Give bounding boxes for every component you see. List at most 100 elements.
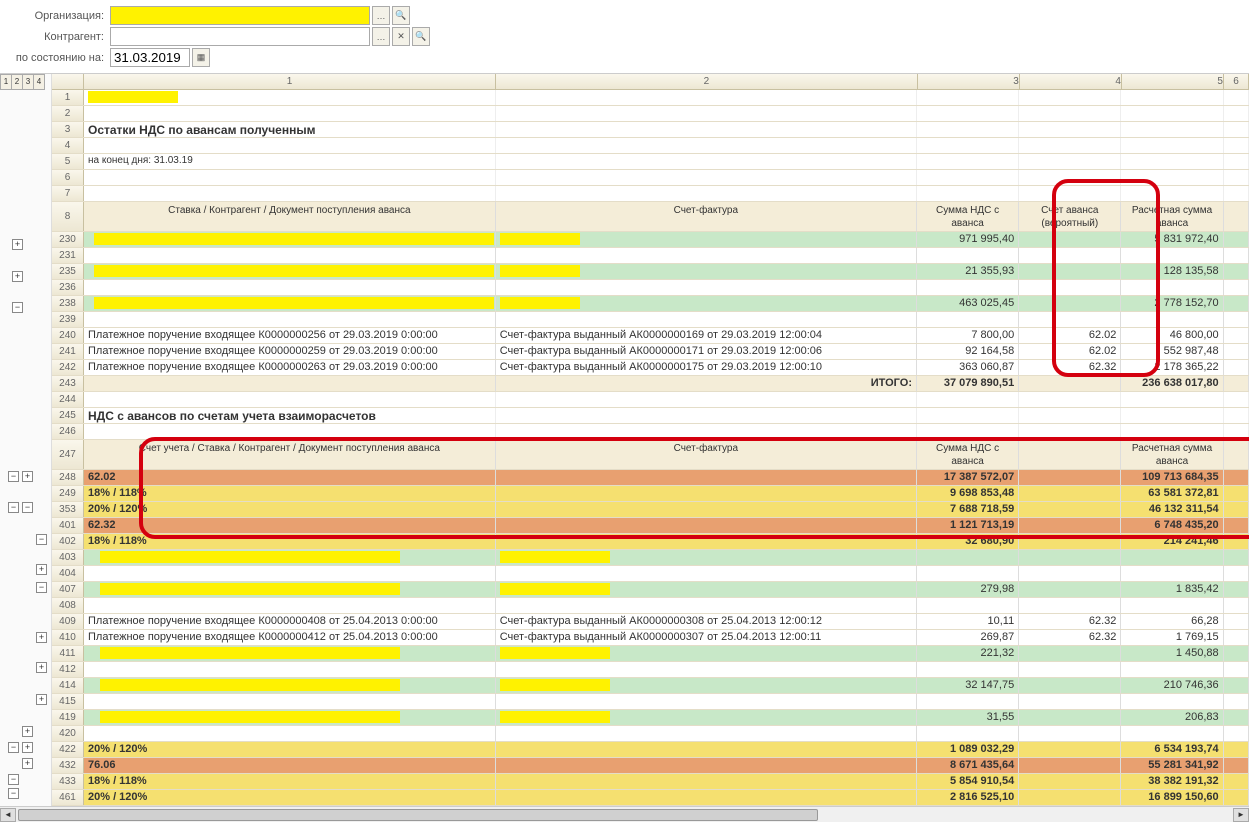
cell[interactable]: 552 987,48	[1121, 344, 1223, 359]
cell[interactable]	[1019, 424, 1121, 439]
cell[interactable]	[84, 232, 496, 247]
table-row[interactable]: 415	[52, 694, 1249, 710]
cell[interactable]: Счет аванса (вероятный)	[1019, 202, 1121, 231]
cell[interactable]: 55 281 341,92	[1121, 758, 1223, 773]
cell[interactable]	[1019, 122, 1121, 137]
collapse-icon[interactable]: −	[8, 742, 19, 753]
cell[interactable]	[496, 582, 917, 597]
cell[interactable]: 62.32	[1019, 630, 1121, 645]
cell[interactable]: 5 831 972,40	[1121, 232, 1223, 247]
org-input[interactable]	[110, 6, 370, 25]
row-number[interactable]: 407	[52, 582, 84, 597]
cell[interactable]	[1224, 582, 1249, 597]
cell[interactable]	[496, 408, 917, 423]
cell[interactable]: 2 778 152,70	[1121, 296, 1223, 311]
cell[interactable]	[1121, 550, 1223, 565]
cell[interactable]: 128 135,58	[1121, 264, 1223, 279]
cell[interactable]: 62.32	[1019, 360, 1121, 375]
cell[interactable]	[496, 774, 917, 789]
row-number[interactable]: 1	[52, 90, 84, 105]
cell[interactable]	[1019, 742, 1121, 757]
cell[interactable]	[917, 662, 1019, 677]
cell[interactable]	[1224, 232, 1249, 247]
cell[interactable]	[1019, 154, 1121, 169]
cell[interactable]	[1121, 694, 1223, 709]
cell[interactable]	[1224, 726, 1249, 741]
cell[interactable]	[496, 470, 917, 485]
cell[interactable]: 279,98	[917, 582, 1019, 597]
expand-icon[interactable]: +	[36, 632, 47, 643]
cell[interactable]	[1019, 106, 1121, 121]
cell[interactable]	[496, 264, 917, 279]
cell[interactable]	[496, 138, 917, 153]
row-number[interactable]: 4	[52, 138, 84, 153]
cell[interactable]	[1019, 534, 1121, 549]
cell[interactable]: Платежное поручение входящее К0000000263…	[84, 360, 496, 375]
expand-icon[interactable]: +	[36, 662, 47, 673]
table-row[interactable]: 244	[52, 392, 1249, 408]
cell[interactable]	[1019, 502, 1121, 517]
cell[interactable]	[84, 646, 496, 661]
cell[interactable]	[84, 424, 496, 439]
cell[interactable]	[1224, 154, 1249, 169]
table-row[interactable]: 40162.321 121 713,196 748 435,20	[52, 518, 1249, 534]
table-row[interactable]: 410Платежное поручение входящее К0000000…	[52, 630, 1249, 646]
cell[interactable]	[917, 566, 1019, 581]
cell[interactable]: 62.32	[1019, 614, 1121, 629]
row-number[interactable]: 403	[52, 550, 84, 565]
cell[interactable]	[1121, 248, 1223, 263]
collapse-icon[interactable]: −	[36, 534, 47, 545]
cell[interactable]	[496, 598, 917, 613]
cell[interactable]	[1019, 280, 1121, 295]
table-row[interactable]: 24862.0217 387 572,07109 713 684,35	[52, 470, 1249, 486]
cell[interactable]	[1019, 486, 1121, 501]
cell[interactable]	[917, 392, 1019, 407]
cell[interactable]	[496, 758, 917, 773]
cell[interactable]: Расчетная сумма аванса	[1121, 440, 1223, 469]
cell[interactable]	[496, 232, 917, 247]
cell[interactable]: 1 450,88	[1121, 646, 1223, 661]
table-row[interactable]: 246	[52, 424, 1249, 440]
cell[interactable]	[1121, 90, 1223, 105]
calendar-icon[interactable]: ▦	[192, 48, 210, 67]
table-row[interactable]: 238463 025,452 778 152,70	[52, 296, 1249, 312]
ellipsis-icon[interactable]: …	[372, 6, 390, 25]
cell[interactable]: Сумма НДС с аванса	[917, 202, 1019, 231]
collapse-icon[interactable]: −	[8, 774, 19, 785]
row-number[interactable]: 422	[52, 742, 84, 757]
cell[interactable]	[496, 566, 917, 581]
table-row[interactable]: 245НДС с авансов по счетам учета взаимор…	[52, 408, 1249, 424]
cell[interactable]: 5 854 910,54	[917, 774, 1019, 789]
cell[interactable]	[84, 312, 496, 327]
row-number[interactable]: 245	[52, 408, 84, 423]
row-number[interactable]: 2	[52, 106, 84, 121]
cell[interactable]: 66,28	[1121, 614, 1223, 629]
cell[interactable]	[1224, 296, 1249, 311]
cell[interactable]	[1019, 774, 1121, 789]
cell[interactable]	[917, 90, 1019, 105]
table-row[interactable]: 46120% / 120%2 816 525,1016 899 150,60	[52, 790, 1249, 806]
expand-icon[interactable]: +	[36, 694, 47, 705]
cell[interactable]	[1224, 710, 1249, 725]
table-row[interactable]: 40218% / 118%32 680,90214 241,46	[52, 534, 1249, 550]
cell[interactable]	[1224, 646, 1249, 661]
cell[interactable]	[84, 662, 496, 677]
cell[interactable]: 221,32	[917, 646, 1019, 661]
table-row[interactable]: 240Платежное поручение входящее К0000000…	[52, 328, 1249, 344]
cell[interactable]	[84, 138, 496, 153]
cell[interactable]	[1019, 550, 1121, 565]
cell[interactable]: 62.02	[84, 470, 496, 485]
cell[interactable]	[1224, 376, 1249, 391]
expand-icon[interactable]: +	[22, 742, 33, 753]
cell[interactable]	[1224, 328, 1249, 343]
scroll-right-icon[interactable]: ►	[1233, 808, 1249, 822]
cell[interactable]	[1019, 518, 1121, 533]
cell[interactable]	[1019, 138, 1121, 153]
cell[interactable]	[917, 280, 1019, 295]
cell[interactable]: 7 800,00	[917, 328, 1019, 343]
cell[interactable]: 8 671 435,64	[917, 758, 1019, 773]
cell[interactable]: Платежное поручение входящее К0000000256…	[84, 328, 496, 343]
collapse-icon[interactable]: −	[12, 302, 23, 313]
cell[interactable]	[496, 646, 917, 661]
cell[interactable]: 31,55	[917, 710, 1019, 725]
